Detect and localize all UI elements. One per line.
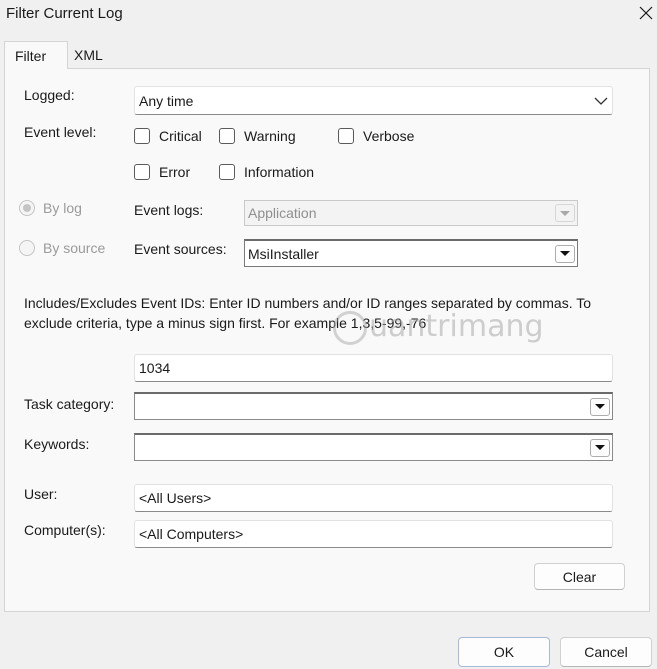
logged-select[interactable]: Any time [134, 86, 613, 115]
event-logs-select: Application [244, 200, 578, 226]
event-logs-label: Event logs: [134, 202, 204, 218]
clear-button[interactable]: Clear [534, 563, 625, 590]
checkbox-box[interactable] [134, 164, 150, 180]
task-category-label: Task category: [24, 396, 115, 412]
critical-checkbox[interactable]: Critical [134, 128, 202, 144]
checkbox-label: Verbose [363, 128, 415, 144]
chevron-down-icon [560, 251, 570, 256]
chevron-down-icon [595, 404, 605, 409]
tab-xml[interactable]: XML [68, 41, 128, 69]
dropdown-button [555, 204, 575, 222]
event-logs-value: Application [248, 205, 317, 221]
by-source-radio[interactable]: By source [19, 240, 105, 256]
dropdown-button[interactable] [555, 244, 575, 263]
error-checkbox[interactable]: Error [134, 164, 190, 180]
verbose-checkbox[interactable]: Verbose [338, 128, 414, 144]
user-input[interactable]: <All Users> [134, 484, 613, 512]
computers-input[interactable]: <All Computers> [134, 520, 613, 548]
checkbox-box[interactable] [219, 128, 235, 144]
checkbox-label: Error [159, 164, 191, 180]
event-ids-value: 1034 [139, 360, 171, 376]
radio-dot[interactable] [19, 240, 35, 256]
logged-value: Any time [139, 92, 194, 109]
checkbox-label: Information [244, 164, 315, 180]
event-sources-value: MsiInstaller [248, 245, 319, 262]
chevron-down-icon [595, 445, 605, 450]
computers-label: Computer(s): [24, 522, 106, 538]
keywords-select[interactable] [134, 433, 613, 461]
event-ids-input[interactable]: 1034 [134, 354, 613, 382]
chevron-down-icon [594, 97, 608, 105]
radio-dot[interactable] [19, 200, 35, 216]
logged-label: Logged: [24, 87, 75, 103]
event-sources-select[interactable]: MsiInstaller [244, 239, 578, 267]
chevron-down-icon [560, 210, 570, 216]
watermark-logo: uantrimang [333, 309, 544, 345]
checkbox-box[interactable] [219, 164, 235, 180]
user-value: <All Users> [139, 490, 212, 506]
cancel-button[interactable]: Cancel [560, 637, 652, 667]
tab-filter[interactable]: Filter [4, 41, 68, 69]
checkbox-box[interactable] [338, 128, 354, 144]
checkbox-label: Critical [159, 128, 202, 144]
window-title: Filter Current Log [6, 5, 123, 22]
user-label: User: [24, 486, 58, 502]
dropdown-button[interactable] [590, 397, 610, 416]
computers-value: <All Computers> [139, 526, 244, 542]
ok-button[interactable]: OK [458, 637, 550, 667]
checkbox-box[interactable] [134, 128, 150, 144]
information-checkbox[interactable]: Information [219, 164, 314, 180]
keywords-label: Keywords: [24, 436, 90, 452]
radio-label: By log [43, 200, 82, 216]
by-log-radio[interactable]: By log [19, 200, 82, 216]
event-level-label: Event level: [24, 124, 97, 140]
dropdown-button[interactable] [590, 438, 610, 457]
event-sources-label: Event sources: [134, 241, 227, 257]
warning-checkbox[interactable]: Warning [219, 128, 296, 144]
close-icon[interactable] [637, 4, 655, 22]
task-category-select[interactable] [134, 392, 613, 420]
checkbox-label: Warning [244, 128, 296, 144]
radio-label: By source [43, 240, 106, 256]
